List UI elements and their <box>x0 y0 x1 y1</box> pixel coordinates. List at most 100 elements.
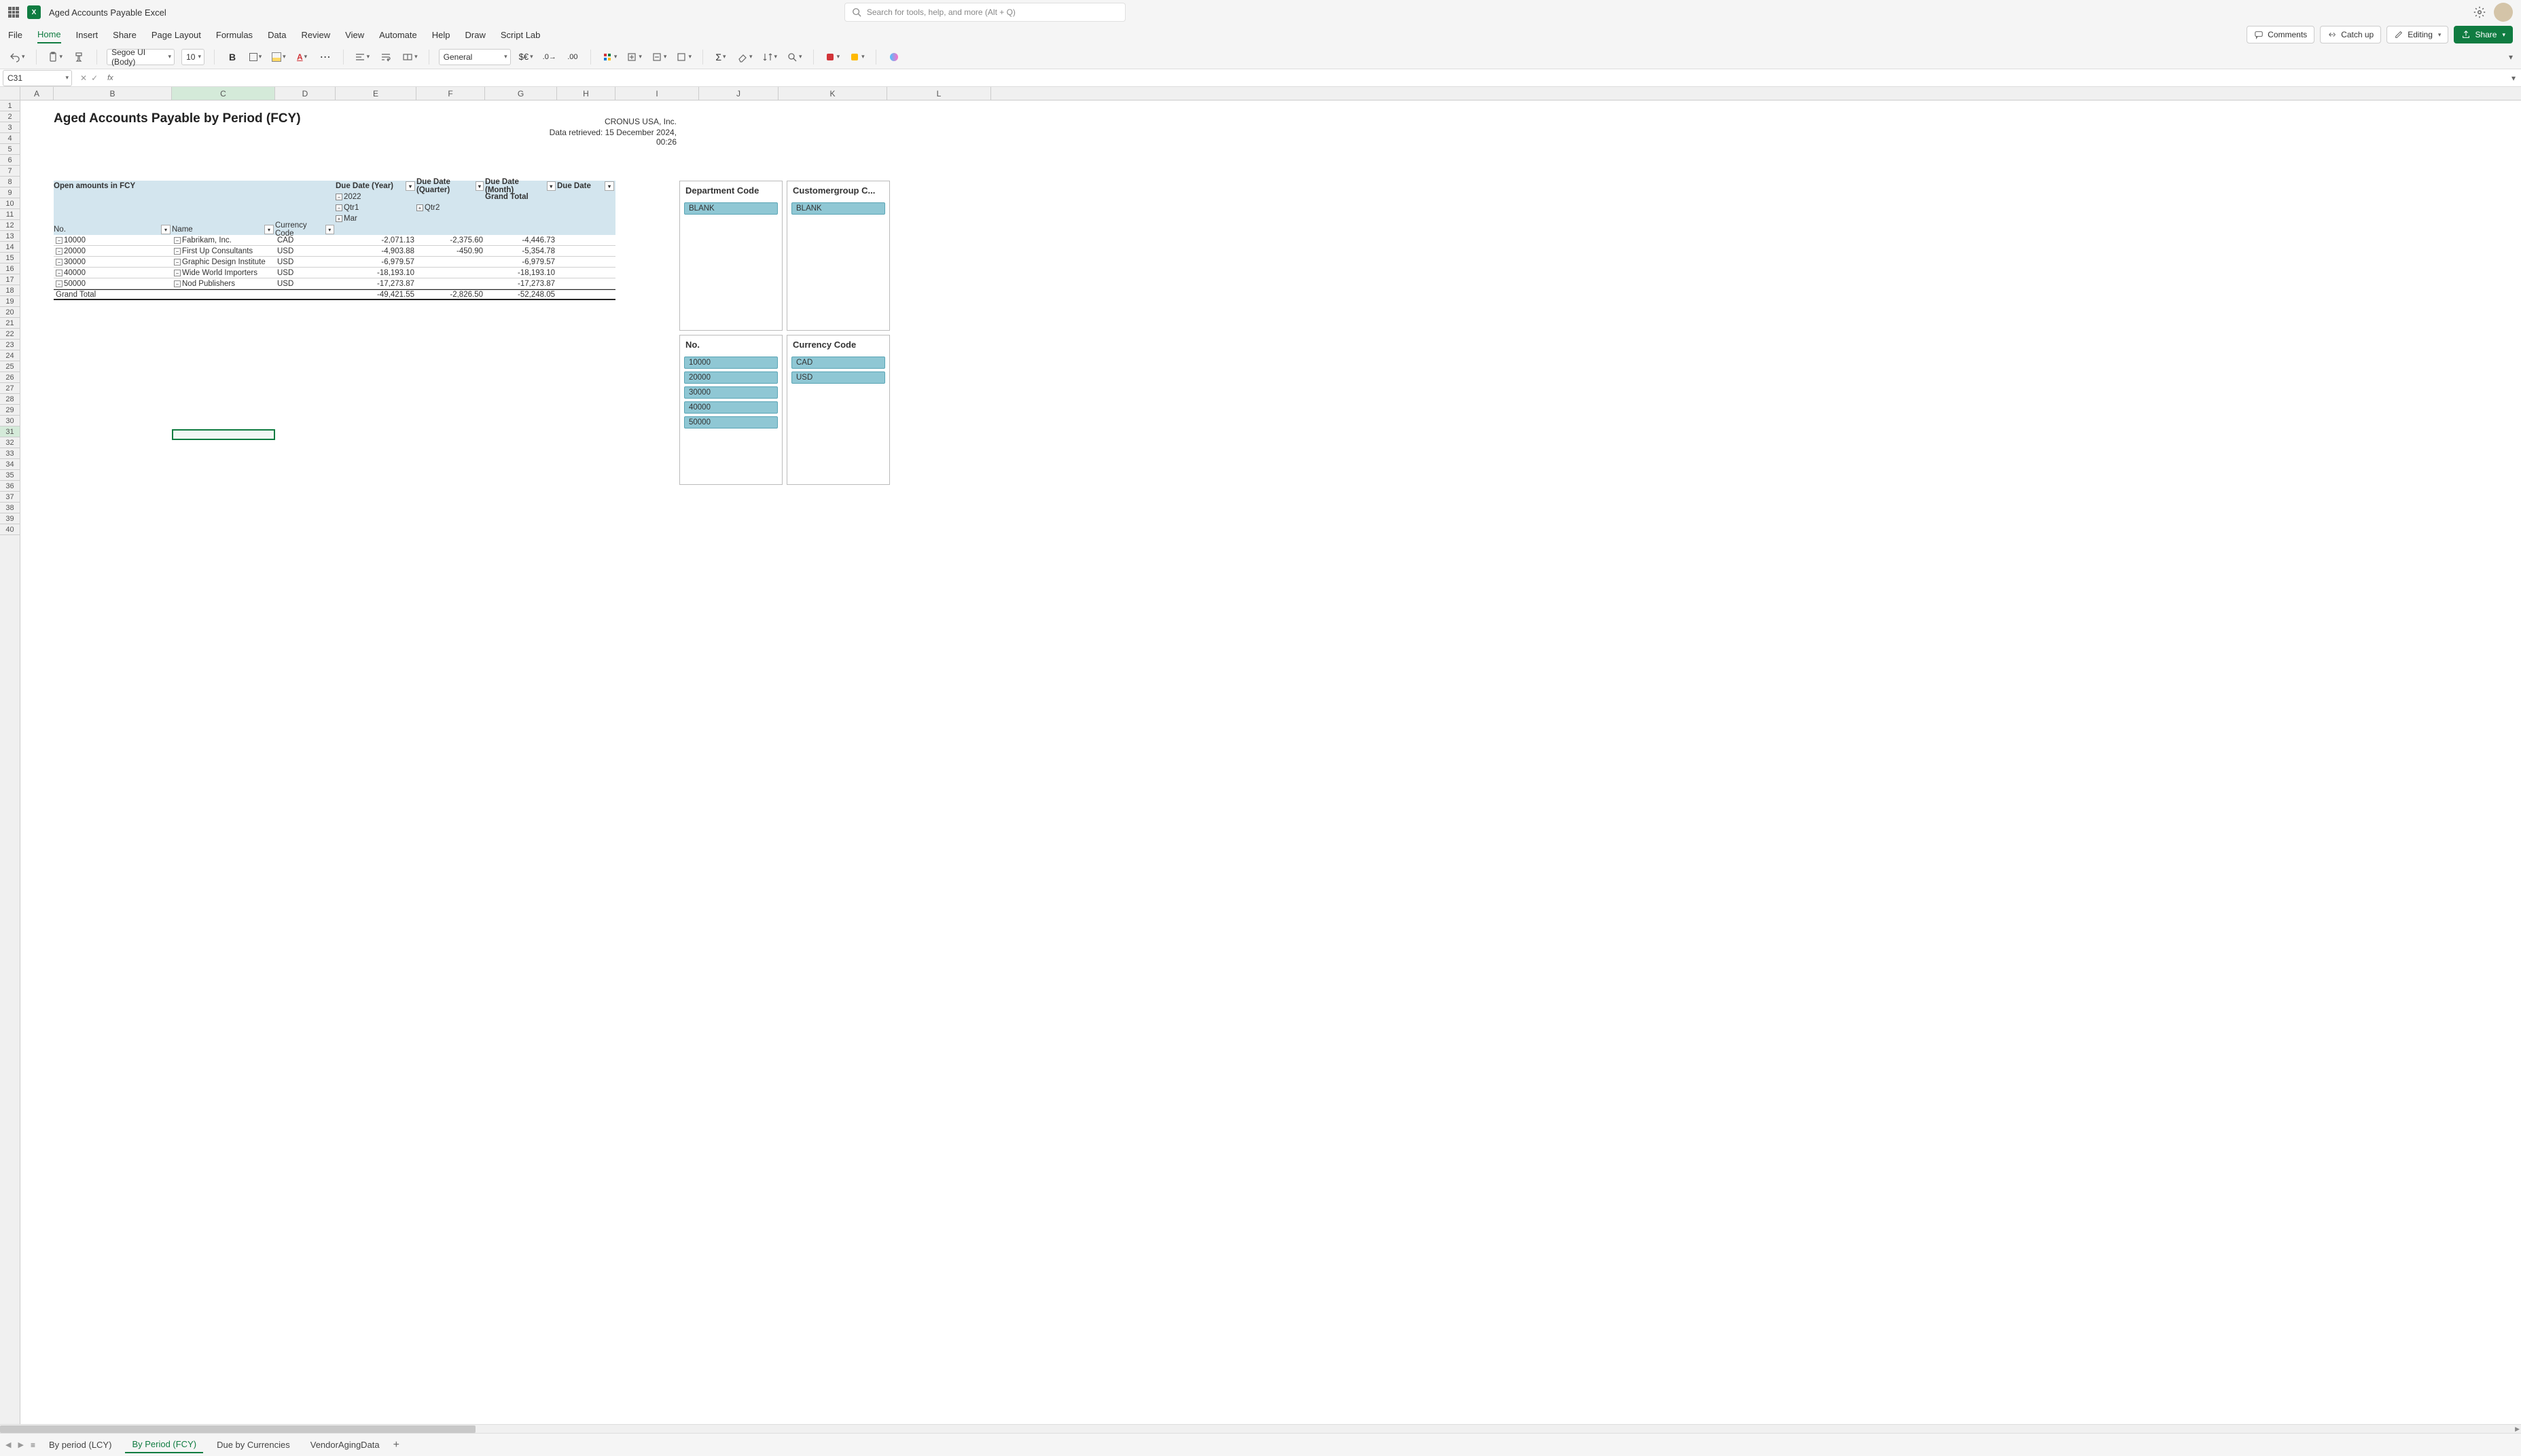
fill-color-button[interactable]: ▾ <box>270 49 287 65</box>
scrollbar-thumb[interactable] <box>0 1425 476 1433</box>
formula-input[interactable] <box>118 69 2506 86</box>
filter-button[interactable]: ▾ <box>605 181 614 191</box>
comments-button[interactable]: Comments <box>2247 26 2314 43</box>
filter-button[interactable]: ▾ <box>547 181 556 191</box>
sheet-tab[interactable]: By period (LCY) <box>42 1437 118 1453</box>
collapse-button[interactable]: − <box>56 280 62 287</box>
row-header[interactable]: 2 <box>0 111 20 122</box>
conditional-format-button[interactable]: ▾ <box>601 49 619 65</box>
slicer-item[interactable]: 10000 <box>684 357 778 369</box>
column-header[interactable]: H <box>557 87 615 100</box>
tab-data[interactable]: Data <box>268 27 286 43</box>
font-size-select[interactable]: 10 <box>181 49 204 65</box>
spreadsheet-grid[interactable]: ABCDEFGHIJKL 123456789101112131415161718… <box>0 87 2521 1424</box>
filter-button[interactable]: ▾ <box>264 225 274 234</box>
row-header[interactable]: 8 <box>0 177 20 187</box>
tab-page-layout[interactable]: Page Layout <box>151 27 201 43</box>
row-header[interactable]: 38 <box>0 503 20 513</box>
column-header[interactable]: K <box>779 87 887 100</box>
row-header[interactable]: 10 <box>0 198 20 209</box>
slicer-item[interactable]: 40000 <box>684 401 778 414</box>
expand-button[interactable]: + <box>416 204 423 211</box>
tab-draw[interactable]: Draw <box>465 27 486 43</box>
row-header[interactable]: 6 <box>0 155 20 166</box>
gear-icon[interactable] <box>2473 6 2486 18</box>
borders-button[interactable]: ▾ <box>247 49 264 65</box>
slicer-item[interactable]: CAD <box>791 357 885 369</box>
document-title[interactable]: Aged Accounts Payable Excel <box>49 7 166 18</box>
paste-button[interactable]: ▾ <box>46 49 65 65</box>
add-sheet-button[interactable]: + <box>393 1439 399 1451</box>
search-input[interactable]: Search for tools, help, and more (Alt + … <box>844 3 1126 22</box>
row-header[interactable]: 35 <box>0 470 20 481</box>
insert-cells-button[interactable]: ▾ <box>625 49 643 65</box>
sheet-tab[interactable]: Due by Currencies <box>210 1437 297 1453</box>
row-header[interactable]: 32 <box>0 437 20 448</box>
name-box[interactable]: C31 <box>3 70 72 86</box>
font-color-button[interactable]: A▾ <box>294 49 310 65</box>
pivot-table[interactable]: Open amounts in FCY Due Date (Year)▾ Due… <box>54 181 615 300</box>
slicer-item[interactable]: BLANK <box>791 202 885 215</box>
tab-view[interactable]: View <box>345 27 364 43</box>
currency-button[interactable]: $€▾ <box>518 49 535 65</box>
row-header[interactable]: 28 <box>0 394 20 405</box>
row-header[interactable]: 1 <box>0 101 20 111</box>
row-header[interactable]: 25 <box>0 361 20 372</box>
row-header[interactable]: 24 <box>0 350 20 361</box>
collapse-button[interactable]: − <box>56 270 62 276</box>
column-header[interactable]: B <box>54 87 172 100</box>
filter-button[interactable]: ▾ <box>325 225 334 234</box>
column-header[interactable]: J <box>699 87 779 100</box>
collapse-button[interactable]: − <box>174 237 181 244</box>
number-format-select[interactable]: General <box>439 49 511 65</box>
row-header[interactable]: 27 <box>0 383 20 394</box>
sort-filter-button[interactable]: ▾ <box>761 49 779 65</box>
row-header[interactable]: 13 <box>0 231 20 242</box>
column-header[interactable]: F <box>416 87 485 100</box>
collapse-button[interactable]: − <box>56 248 62 255</box>
editing-button[interactable]: Editing ▾ <box>2386 26 2448 43</box>
collapse-ribbon-button[interactable]: ▾ <box>2509 52 2513 62</box>
row-header[interactable]: 7 <box>0 166 20 177</box>
tab-help[interactable]: Help <box>432 27 450 43</box>
slicer-item[interactable]: 50000 <box>684 416 778 429</box>
autosum-button[interactable]: Σ▾ <box>713 49 729 65</box>
table-row[interactable]: −10000−Fabrikam, Inc.CAD-2,071.13-2,375.… <box>54 235 615 246</box>
undo-button[interactable]: ▾ <box>8 49 26 65</box>
row-header[interactable]: 4 <box>0 133 20 144</box>
table-row[interactable]: −20000−First Up ConsultantsUSD-4,903.88-… <box>54 246 615 257</box>
row-header[interactable]: 34 <box>0 459 20 470</box>
collapse-button[interactable]: − <box>56 237 62 244</box>
row-header[interactable]: 21 <box>0 318 20 329</box>
row-header[interactable]: 14 <box>0 242 20 253</box>
find-button[interactable]: ▾ <box>785 49 804 65</box>
collapse-button[interactable]: − <box>336 204 342 211</box>
tab-review[interactable]: Review <box>302 27 331 43</box>
slicer-item[interactable]: BLANK <box>684 202 778 215</box>
row-header[interactable]: 11 <box>0 209 20 220</box>
column-header[interactable]: A <box>20 87 54 100</box>
sheet-menu-button[interactable]: ≡ <box>31 1440 35 1450</box>
horizontal-scrollbar[interactable]: ◀ ▶ <box>0 1424 2521 1433</box>
format-cells-button[interactable]: ▾ <box>675 49 693 65</box>
column-header[interactable]: D <box>275 87 336 100</box>
row-header[interactable]: 19 <box>0 296 20 307</box>
slicer-currency[interactable]: Currency Code CADUSD <box>787 335 890 485</box>
column-header[interactable]: E <box>336 87 416 100</box>
bold-button[interactable]: B <box>224 49 240 65</box>
clear-button[interactable]: ▾ <box>736 49 754 65</box>
row-header[interactable]: 18 <box>0 285 20 296</box>
increase-decimal-button[interactable]: .00 <box>565 49 581 65</box>
row-header[interactable]: 3 <box>0 122 20 133</box>
row-header[interactable]: 33 <box>0 448 20 459</box>
cancel-formula-icon[interactable]: ✕ <box>80 73 87 83</box>
avatar[interactable] <box>2494 3 2513 22</box>
row-header[interactable]: 15 <box>0 253 20 263</box>
row-header[interactable]: 29 <box>0 405 20 416</box>
share-button[interactable]: Share ▾ <box>2454 26 2513 43</box>
row-header[interactable]: 39 <box>0 513 20 524</box>
filter-button[interactable]: ▾ <box>406 181 415 191</box>
column-header[interactable]: G <box>485 87 557 100</box>
tab-share[interactable]: Share <box>113 27 137 43</box>
row-header[interactable]: 12 <box>0 220 20 231</box>
